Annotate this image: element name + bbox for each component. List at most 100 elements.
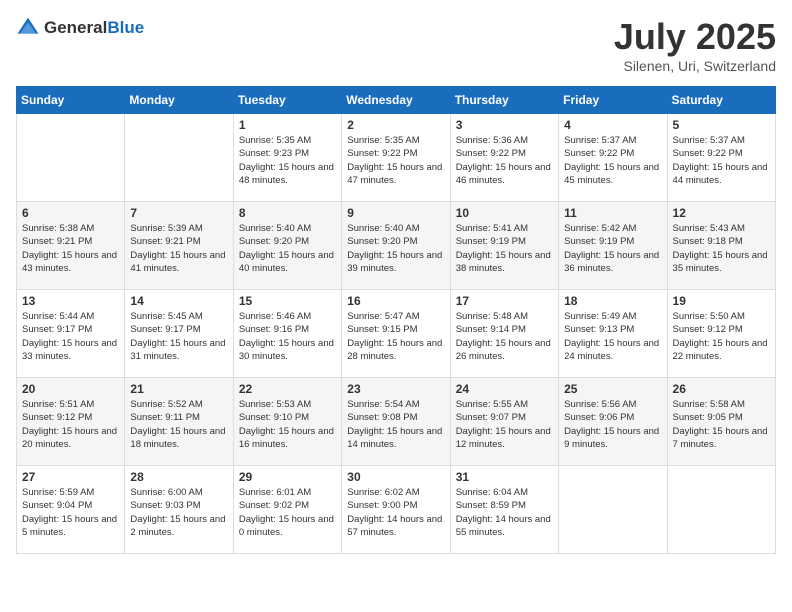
day-info: Sunrise: 5:43 AMSunset: 9:18 PMDaylight:… [673, 222, 770, 275]
calendar-cell: 3 Sunrise: 5:36 AMSunset: 9:22 PMDaylight… [450, 114, 558, 202]
calendar-cell: 5Sunrise: 5:37 AMSunset: 9:22 PMDaylight… [667, 114, 775, 202]
calendar-cell [559, 466, 667, 554]
location: Silenen, Uri, Switzerland [614, 58, 776, 74]
logo-text: GeneralBlue [44, 18, 144, 38]
day-number: 4 [564, 118, 661, 132]
calendar-week-row: 13 Sunrise: 5:44 AMSunset: 9:17 PMDayligh… [17, 290, 776, 378]
day-info: Sunrise: 5:58 AMSunset: 9:05 PMDaylight:… [673, 398, 770, 451]
day-info: Sunrise: 5:37 AMSunset: 9:22 PMDaylight:… [673, 134, 770, 187]
calendar-cell: 24Sunrise: 5:55 AMSunset: 9:07 PMDayligh… [450, 378, 558, 466]
day-number: 18 [564, 294, 661, 308]
month-title: July 2025 [614, 16, 776, 58]
calendar-cell: 29 Sunrise: 6:01 AMSunset: 9:02 PMDayligh… [233, 466, 341, 554]
calendar-cell: 26 Sunrise: 5:58 AMSunset: 9:05 PMDayligh… [667, 378, 775, 466]
day-number: 14 [130, 294, 227, 308]
calendar-cell: 8 Sunrise: 5:40 AMSunset: 9:20 PMDaylight… [233, 202, 341, 290]
logo: GeneralBlue [16, 16, 144, 40]
weekday-header: Monday [125, 87, 233, 114]
calendar-cell: 17Sunrise: 5:48 AMSunset: 9:14 PMDayligh… [450, 290, 558, 378]
calendar-cell: 1 Sunrise: 5:35 AMSunset: 9:23 PMDaylight… [233, 114, 341, 202]
day-info: Sunrise: 5:48 AMSunset: 9:14 PMDaylight:… [456, 310, 553, 363]
calendar-cell: 9 Sunrise: 5:40 AMSunset: 9:20 PMDaylight… [342, 202, 450, 290]
calendar-cell: 11Sunrise: 5:42 AMSunset: 9:19 PMDayligh… [559, 202, 667, 290]
day-info: Sunrise: 5:56 AMSunset: 9:06 PMDaylight:… [564, 398, 661, 451]
day-number: 3 [456, 118, 553, 132]
calendar-cell [667, 466, 775, 554]
day-info: Sunrise: 5:51 AMSunset: 9:12 PMDaylight:… [22, 398, 119, 451]
day-info: Sunrise: 5:44 AMSunset: 9:17 PMDaylight:… [22, 310, 119, 363]
calendar-cell: 20 Sunrise: 5:51 AMSunset: 9:12 PMDayligh… [17, 378, 125, 466]
calendar-cell: 16 Sunrise: 5:47 AMSunset: 9:15 PMDayligh… [342, 290, 450, 378]
day-number: 25 [564, 382, 661, 396]
day-number: 8 [239, 206, 336, 220]
day-info: Sunrise: 6:01 AMSunset: 9:02 PMDaylight:… [239, 486, 336, 539]
weekday-header: Thursday [450, 87, 558, 114]
day-info: Sunrise: 5:47 AMSunset: 9:15 PMDaylight:… [347, 310, 444, 363]
calendar-body: 1 Sunrise: 5:35 AMSunset: 9:23 PMDaylight… [17, 114, 776, 554]
weekday-header: Saturday [667, 87, 775, 114]
day-info: Sunrise: 5:54 AMSunset: 9:08 PMDaylight:… [347, 398, 444, 451]
calendar-cell: 15Sunrise: 5:46 AMSunset: 9:16 PMDayligh… [233, 290, 341, 378]
day-number: 29 [239, 470, 336, 484]
day-number: 22 [239, 382, 336, 396]
day-info: Sunrise: 5:40 AMSunset: 9:20 PMDaylight:… [347, 222, 444, 275]
calendar-cell: 30Sunrise: 6:02 AMSunset: 9:00 PMDayligh… [342, 466, 450, 554]
weekday-header: Tuesday [233, 87, 341, 114]
day-info: Sunrise: 5:59 AMSunset: 9:04 PMDaylight:… [22, 486, 119, 539]
day-number: 13 [22, 294, 119, 308]
page-header: GeneralBlue July 2025 Silenen, Uri, Swit… [16, 16, 776, 74]
day-info: Sunrise: 5:41 AMSunset: 9:19 PMDaylight:… [456, 222, 553, 275]
day-info: Sunrise: 6:04 AMSunset: 8:59 PMDaylight:… [456, 486, 553, 539]
day-number: 27 [22, 470, 119, 484]
day-info: Sunrise: 5:52 AMSunset: 9:11 PMDaylight:… [130, 398, 227, 451]
calendar-week-row: 27 Sunrise: 5:59 AMSunset: 9:04 PMDayligh… [17, 466, 776, 554]
calendar-cell: 31 Sunrise: 6:04 AMSunset: 8:59 PMDayligh… [450, 466, 558, 554]
day-number: 20 [22, 382, 119, 396]
day-number: 24 [456, 382, 553, 396]
day-info: Sunrise: 5:35 AMSunset: 9:23 PMDaylight:… [239, 134, 336, 187]
day-number: 12 [673, 206, 770, 220]
calendar-cell: 14 Sunrise: 5:45 AMSunset: 9:17 PMDayligh… [125, 290, 233, 378]
calendar-week-row: 1 Sunrise: 5:35 AMSunset: 9:23 PMDaylight… [17, 114, 776, 202]
weekday-header: Sunday [17, 87, 125, 114]
day-info: Sunrise: 5:53 AMSunset: 9:10 PMDaylight:… [239, 398, 336, 451]
calendar-header: SundayMondayTuesdayWednesdayThursdayFrid… [17, 87, 776, 114]
day-number: 31 [456, 470, 553, 484]
logo-icon [16, 16, 40, 40]
calendar-cell: 2 Sunrise: 5:35 AMSunset: 9:22 PMDaylight… [342, 114, 450, 202]
day-info: Sunrise: 6:02 AMSunset: 9:00 PMDaylight:… [347, 486, 444, 539]
day-number: 1 [239, 118, 336, 132]
calendar-cell: 23Sunrise: 5:54 AMSunset: 9:08 PMDayligh… [342, 378, 450, 466]
day-number: 26 [673, 382, 770, 396]
day-number: 9 [347, 206, 444, 220]
weekday-header: Wednesday [342, 87, 450, 114]
calendar-cell: 4Sunrise: 5:37 AMSunset: 9:22 PMDaylight… [559, 114, 667, 202]
day-number: 11 [564, 206, 661, 220]
calendar-table: SundayMondayTuesdayWednesdayThursdayFrid… [16, 86, 776, 554]
day-number: 2 [347, 118, 444, 132]
calendar-week-row: 6 Sunrise: 5:38 AMSunset: 9:21 PMDaylight… [17, 202, 776, 290]
day-info: Sunrise: 5:35 AMSunset: 9:22 PMDaylight:… [347, 134, 444, 187]
day-number: 6 [22, 206, 119, 220]
day-info: Sunrise: 5:36 AMSunset: 9:22 PMDaylight:… [456, 134, 553, 187]
day-number: 21 [130, 382, 227, 396]
day-info: Sunrise: 5:46 AMSunset: 9:16 PMDaylight:… [239, 310, 336, 363]
calendar-cell: 12 Sunrise: 5:43 AMSunset: 9:18 PMDayligh… [667, 202, 775, 290]
day-info: Sunrise: 5:45 AMSunset: 9:17 PMDaylight:… [130, 310, 227, 363]
calendar-week-row: 20 Sunrise: 5:51 AMSunset: 9:12 PMDayligh… [17, 378, 776, 466]
day-info: Sunrise: 5:40 AMSunset: 9:20 PMDaylight:… [239, 222, 336, 275]
logo-general: General [44, 18, 107, 37]
day-info: Sunrise: 5:38 AMSunset: 9:21 PMDaylight:… [22, 222, 119, 275]
day-info: Sunrise: 6:00 AMSunset: 9:03 PMDaylight:… [130, 486, 227, 539]
day-number: 19 [673, 294, 770, 308]
calendar-cell: 22 Sunrise: 5:53 AMSunset: 9:10 PMDayligh… [233, 378, 341, 466]
calendar-cell: 13 Sunrise: 5:44 AMSunset: 9:17 PMDayligh… [17, 290, 125, 378]
day-number: 10 [456, 206, 553, 220]
logo-blue: Blue [107, 18, 144, 37]
day-number: 16 [347, 294, 444, 308]
calendar-cell: 25 Sunrise: 5:56 AMSunset: 9:06 PMDayligh… [559, 378, 667, 466]
day-number: 28 [130, 470, 227, 484]
calendar-cell: 10 Sunrise: 5:41 AMSunset: 9:19 PMDayligh… [450, 202, 558, 290]
calendar-cell: 27 Sunrise: 5:59 AMSunset: 9:04 PMDayligh… [17, 466, 125, 554]
calendar-cell: 19Sunrise: 5:50 AMSunset: 9:12 PMDayligh… [667, 290, 775, 378]
